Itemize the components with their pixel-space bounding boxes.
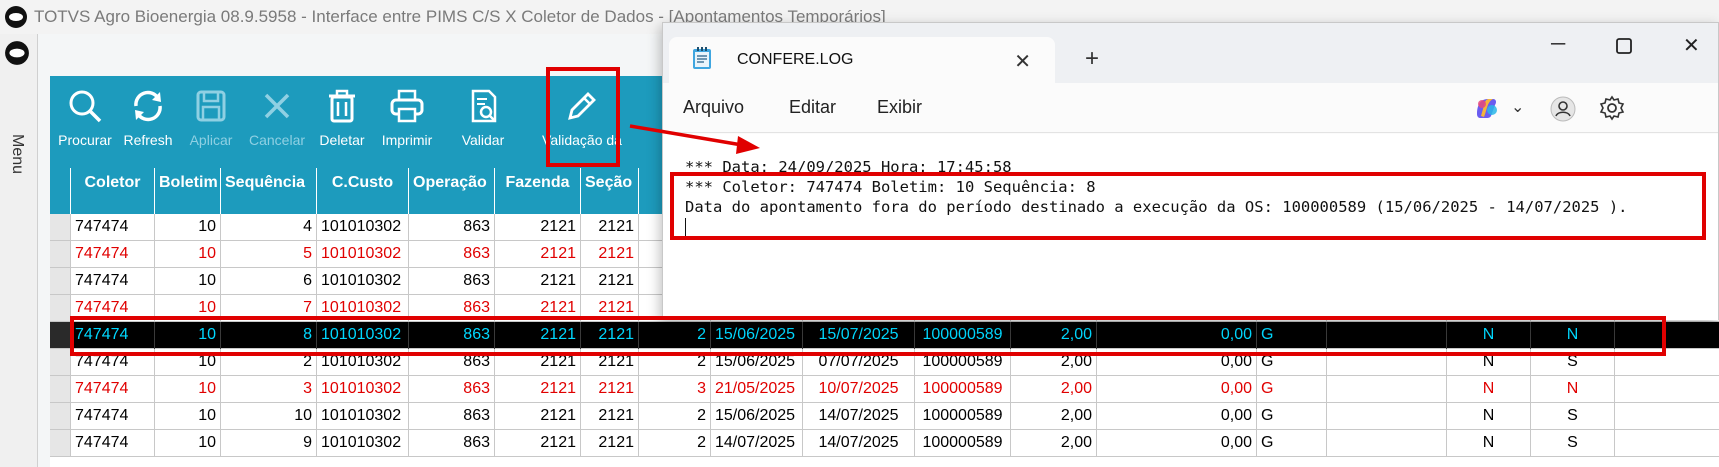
annotation-arrow xyxy=(629,124,760,154)
screen: TOTVS Agro Bioenergia 08.9.5958 - Interf… xyxy=(0,0,1719,467)
